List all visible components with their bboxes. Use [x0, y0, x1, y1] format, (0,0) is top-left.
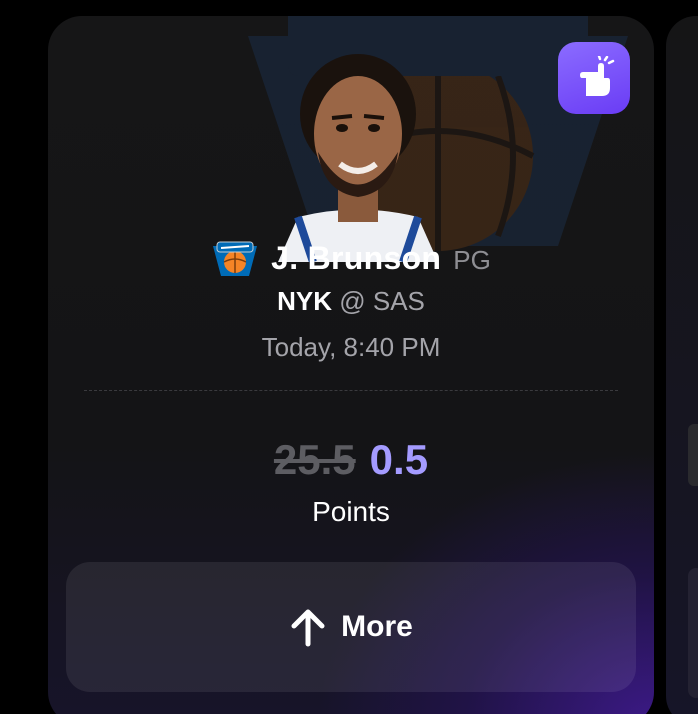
next-player-card[interactable] — [666, 16, 698, 714]
knicks-logo-icon — [213, 241, 258, 276]
pick-button[interactable] — [558, 42, 630, 114]
player-prop-card[interactable]: J. Brunson PG NYK @ SAS Today, 8:40 PM 2… — [48, 16, 654, 714]
more-button[interactable]: More — [66, 562, 636, 692]
matchup-separator: @ — [339, 286, 366, 316]
stat-type-label: Points — [312, 496, 390, 527]
arrow-up-icon — [291, 609, 325, 647]
next-card-button-edge — [688, 568, 698, 698]
next-card-edge — [688, 424, 698, 486]
pointing-hand-icon — [580, 56, 615, 96]
player-name-row: J. Brunson PG — [48, 236, 654, 280]
original-line-value: 25.5 — [273, 436, 356, 483]
player-headshot — [278, 54, 438, 262]
player-position: PG — [453, 244, 491, 275]
screen: J. Brunson PG NYK @ SAS Today, 8:40 PM 2… — [0, 0, 698, 714]
matchup: NYK @ SAS — [48, 286, 654, 317]
game-time: Today, 8:40 PM — [261, 332, 441, 362]
divider — [84, 390, 618, 391]
team-abbreviation: NYK — [277, 286, 332, 316]
discounted-line-value: 0.5 — [369, 436, 429, 483]
opponent-abbreviation: SAS — [372, 286, 425, 316]
projection-line: 25.5 0.5 — [48, 432, 654, 488]
more-button-label: More — [341, 610, 413, 643]
player-name: J. Brunson — [271, 239, 442, 276]
